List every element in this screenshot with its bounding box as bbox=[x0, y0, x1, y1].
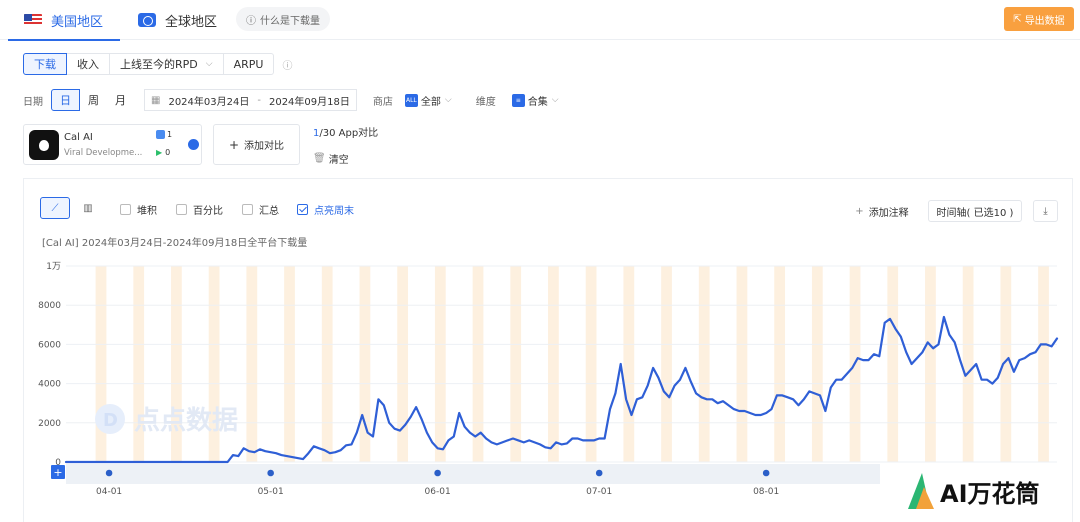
granularity-week[interactable]: 周 bbox=[80, 89, 107, 111]
android-count-value: 0 bbox=[165, 148, 171, 157]
compare-count: 1/30 App对比 bbox=[313, 124, 378, 139]
line-chart-icon: ⟋ bbox=[51, 202, 59, 214]
plus-icon: + bbox=[855, 205, 864, 217]
question-icon: ⓘ bbox=[246, 15, 256, 27]
store-select[interactable]: ALL 全部 ⌵ bbox=[404, 93, 452, 108]
percent-label: 百分比 bbox=[193, 206, 223, 217]
selected-check-icon bbox=[188, 139, 199, 150]
chevron-down-icon: ⌵ bbox=[551, 95, 559, 105]
checkbox-icon bbox=[120, 204, 131, 215]
store-label: 商店 bbox=[372, 96, 393, 108]
checkbox-checked-icon bbox=[297, 204, 308, 215]
metric-tab-rpd-label: 上线至今的RPD bbox=[120, 58, 198, 71]
summary-checkbox[interactable]: 汇总 bbox=[242, 202, 279, 217]
add-compare-button[interactable]: + 添加对比 bbox=[213, 124, 300, 165]
app-store-icon bbox=[156, 130, 165, 139]
export-label: 导出数据 bbox=[1024, 15, 1065, 27]
line-chart-toggle[interactable]: ⟋ bbox=[40, 197, 70, 219]
us-flag-icon bbox=[24, 14, 42, 26]
summary-label: 汇总 bbox=[259, 206, 279, 217]
app-name: Cal AI bbox=[64, 132, 93, 143]
download-icon: ⤓ bbox=[1043, 205, 1048, 217]
app-card-cal-ai[interactable]: Cal AI Viral Developme... 1 ▶ 0 bbox=[23, 124, 202, 165]
stack-label: 堆积 bbox=[137, 206, 157, 217]
bar-chart-toggle[interactable]: ▥ bbox=[74, 197, 102, 219]
plus-icon: + bbox=[228, 137, 240, 152]
stack-checkbox[interactable]: 堆积 bbox=[120, 202, 157, 217]
trash-icon: 🗑 bbox=[313, 153, 326, 164]
tab-global-label: 全球地区 bbox=[165, 14, 218, 30]
clear-button[interactable]: 🗑 清空 bbox=[313, 151, 349, 166]
what-is-downloads-link[interactable]: ⓘ 什么是下载量 bbox=[236, 7, 330, 31]
android-count: ▶ 0 bbox=[156, 148, 170, 157]
highlight-weekend-label: 点亮周末 bbox=[314, 206, 354, 217]
top-bar: 美国地区 全球地区 ⓘ 什么是下载量 ⇱ 导出数据 bbox=[0, 0, 1080, 41]
compare-count-text: /30 App对比 bbox=[319, 128, 379, 139]
chevron-down-icon: ⌵ bbox=[205, 59, 213, 69]
export-data-button[interactable]: ⇱ 导出数据 bbox=[1004, 7, 1074, 31]
metric-tab-downloads[interactable]: 下载 bbox=[23, 53, 67, 75]
ios-count-value: 1 bbox=[167, 130, 173, 139]
dimension-select[interactable]: ≡ 合集 ⌵ bbox=[511, 93, 559, 108]
dimension-value: 合集 bbox=[527, 96, 548, 108]
timeline-button[interactable]: 时间轴( 已选10 ) bbox=[928, 200, 1022, 222]
metric-tabs: 下载 收入 上线至今的RPD ⌵ ARPU ⓘ bbox=[23, 53, 292, 75]
tab-global-region[interactable]: 全球地区 bbox=[138, 0, 217, 40]
clear-label: 清空 bbox=[328, 155, 349, 166]
date-range-picker[interactable]: ▦ 2024年03月24日 - 2024年09月18日 bbox=[144, 89, 357, 111]
chevron-down-icon: ⌵ bbox=[444, 95, 452, 105]
tab-us-region[interactable]: 美国地区 bbox=[8, 0, 120, 41]
app-logo-icon bbox=[29, 130, 59, 160]
app-developer: Viral Developme... bbox=[64, 148, 143, 158]
checkbox-icon bbox=[242, 204, 253, 215]
add-annotation-button[interactable]: + 添加注释 bbox=[843, 200, 921, 222]
filter-row: 日期 日 周 月 ▦ 2024年03月24日 - 2024年09月18日 商店 … bbox=[23, 89, 559, 111]
metric-tab-rpd[interactable]: 上线至今的RPD ⌵ bbox=[110, 53, 224, 75]
google-play-icon: ▶ bbox=[156, 148, 163, 157]
download-button[interactable]: ⤓ bbox=[1033, 200, 1058, 222]
store-value: 全部 bbox=[420, 96, 441, 108]
help-icon[interactable]: ⓘ bbox=[282, 57, 292, 72]
bar-chart-icon: ▥ bbox=[83, 202, 93, 214]
add-compare-label: 添加对比 bbox=[244, 141, 285, 152]
chart-panel: ⟋ ▥ 堆积 百分比 汇总 点亮周末 + 添加注释 时间轴( 已选10 ) ⤓ bbox=[23, 178, 1073, 522]
all-store-icon: ALL bbox=[404, 93, 418, 107]
percent-checkbox[interactable]: 百分比 bbox=[176, 202, 223, 217]
metric-tab-arpu[interactable]: ARPU bbox=[223, 53, 275, 75]
granularity-month[interactable]: 月 bbox=[107, 89, 134, 111]
layers-icon: ≡ bbox=[511, 93, 525, 107]
what-is-downloads-label: 什么是下载量 bbox=[260, 15, 320, 27]
date-separator: - bbox=[257, 94, 261, 106]
date-end: 2024年09月18日 bbox=[268, 96, 350, 108]
tab-us-label: 美国地区 bbox=[51, 14, 104, 30]
export-icon: ⇱ bbox=[1013, 13, 1022, 25]
add-annotation-label: 添加注释 bbox=[868, 207, 909, 219]
ios-count: 1 bbox=[156, 130, 172, 139]
globe-icon bbox=[138, 13, 156, 27]
checkbox-icon bbox=[176, 204, 187, 215]
date-start: 2024年03月24日 bbox=[168, 96, 250, 108]
dimension-label: 维度 bbox=[475, 96, 496, 108]
metric-tab-revenue[interactable]: 收入 bbox=[67, 53, 110, 75]
date-label: 日期 bbox=[23, 96, 43, 108]
highlight-weekend-checkbox[interactable]: 点亮周末 bbox=[297, 202, 354, 217]
granularity-day[interactable]: 日 bbox=[51, 89, 80, 111]
calendar-icon: ▦ bbox=[151, 94, 161, 106]
